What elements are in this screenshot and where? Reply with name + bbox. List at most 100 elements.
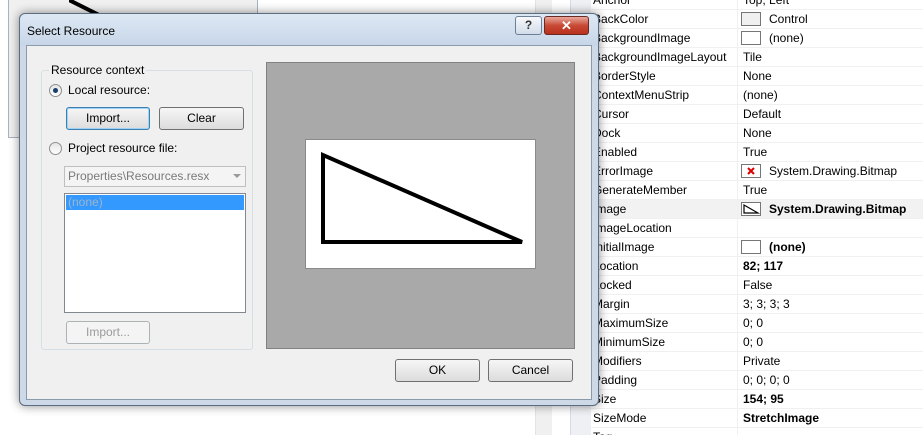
ok-button[interactable]: OK	[395, 359, 480, 382]
property-divider	[737, 86, 738, 105]
property-value[interactable]: True	[743, 183, 767, 197]
property-value[interactable]: 3; 3; 3; 3	[743, 297, 790, 311]
property-name: Anchor	[593, 0, 632, 7]
property-name: MaximumSize	[593, 316, 669, 330]
cancel-button[interactable]: Cancel	[488, 359, 573, 382]
list-item[interactable]: (none)	[66, 195, 244, 210]
property-value[interactable]: Private	[743, 354, 780, 368]
property-value[interactable]: 0; 0	[743, 316, 763, 330]
property-row[interactable]: Margin 3; 3; 3; 3	[571, 295, 923, 314]
resx-file-value: Properties\Resources.resx	[68, 169, 210, 183]
property-row[interactable]: ErrorImage System.Drawing.Bitmap	[571, 162, 923, 181]
property-value[interactable]: Top, Left	[743, 0, 789, 7]
project-resource-label[interactable]: Project resource file:	[68, 141, 177, 155]
triangle-image	[321, 151, 523, 244]
property-name: Locked	[593, 278, 632, 292]
property-value[interactable]: 0; 0	[743, 335, 763, 349]
property-row[interactable]: Modifiers Private	[571, 352, 923, 371]
property-row[interactable]: SizeMode StretchImage	[571, 409, 923, 428]
property-divider	[737, 257, 738, 276]
property-name: Size	[593, 392, 617, 406]
property-value[interactable]: (none)	[769, 31, 804, 45]
property-value[interactable]: System.Drawing.Bitmap	[769, 164, 897, 178]
property-value[interactable]: Default	[743, 107, 781, 121]
property-row[interactable]: Padding 0; 0; 0; 0	[571, 371, 923, 390]
property-divider	[737, 143, 738, 162]
property-row[interactable]: InitialImage (none)	[571, 238, 923, 257]
help-button[interactable]: ?	[515, 16, 542, 35]
property-divider	[737, 29, 738, 48]
property-divider	[737, 409, 738, 428]
project-resource-list[interactable]: (none)	[64, 193, 246, 313]
property-row[interactable]: MaximumSize 0; 0	[571, 314, 923, 333]
property-name: Dock	[593, 126, 621, 140]
select-resource-dialog: Select Resource ? ✕ Resource context Loc…	[19, 13, 599, 406]
property-divider	[737, 124, 738, 143]
property-divider	[737, 295, 738, 314]
color-swatch	[741, 240, 761, 254]
property-divider	[737, 371, 738, 390]
property-row[interactable]: Image System.Drawing.Bitmap	[571, 200, 923, 219]
color-swatch	[741, 12, 761, 26]
property-value[interactable]: (none)	[769, 240, 806, 254]
import-local-button[interactable]: Import...	[66, 107, 150, 130]
property-row[interactable]: ImageLocation	[571, 219, 923, 238]
property-value[interactable]: Control	[769, 12, 808, 26]
property-row[interactable]: ContextMenuStrip (none)	[571, 86, 923, 105]
resource-context-group: Resource context Local resource: Import.…	[41, 63, 253, 350]
property-divider	[737, 219, 738, 238]
property-name: GenerateMember	[593, 183, 688, 197]
property-value[interactable]: False	[743, 278, 772, 292]
property-name: ImageLocation	[593, 221, 672, 235]
property-name: BorderStyle	[593, 69, 656, 83]
property-name: Margin	[593, 297, 630, 311]
property-value[interactable]: None	[743, 126, 772, 140]
project-resource-radio[interactable]	[49, 142, 62, 155]
property-row[interactable]: Location 82; 117	[571, 257, 923, 276]
property-row[interactable]: BackgroundImageLayout Tile	[571, 48, 923, 67]
chevron-down-icon	[233, 174, 241, 178]
import-project-button[interactable]: Import...	[66, 321, 150, 344]
image-preview-panel	[266, 62, 575, 349]
property-row[interactable]: Locked False	[571, 276, 923, 295]
close-button[interactable]: ✕	[544, 16, 589, 35]
property-value[interactable]: 82; 117	[743, 259, 783, 273]
property-value[interactable]: System.Drawing.Bitmap	[769, 202, 906, 216]
property-row[interactable]: MinimumSize 0; 0	[571, 333, 923, 352]
property-value[interactable]: StretchImage	[743, 411, 819, 425]
property-name: MinimumSize	[593, 335, 666, 349]
property-value[interactable]: Tile	[743, 50, 762, 64]
property-row[interactable]: Tag	[571, 428, 923, 435]
local-resource-radio[interactable]	[49, 84, 62, 97]
property-value[interactable]: 0; 0; 0; 0	[743, 373, 790, 387]
property-row[interactable]: BackgroundImage (none)	[571, 29, 923, 48]
property-name: InitialImage	[593, 240, 655, 254]
property-row[interactable]: BorderStyle None	[571, 67, 923, 86]
property-name: Image	[593, 202, 627, 216]
property-row[interactable]: Size 154; 95	[571, 390, 923, 409]
property-row[interactable]: Dock None	[571, 124, 923, 143]
property-row[interactable]: GenerateMember True	[571, 181, 923, 200]
property-row[interactable]: Anchor Top, Left	[571, 0, 923, 10]
property-divider	[737, 0, 738, 10]
dialog-titlebar[interactable]: Select Resource ? ✕	[20, 14, 598, 46]
resx-file-select[interactable]: Properties\Resources.resx	[64, 166, 246, 187]
property-row[interactable]: BackColor Control	[571, 10, 923, 29]
property-divider	[737, 105, 738, 124]
property-divider	[737, 67, 738, 86]
property-name: Enabled	[593, 145, 638, 159]
property-divider	[737, 352, 738, 371]
error-image-icon	[741, 164, 761, 178]
property-value[interactable]: (none)	[743, 88, 778, 102]
property-name: ContextMenuStrip	[593, 88, 690, 102]
properties-grid[interactable]: Anchor Top, Left BackColor Control Backgroun…	[570, 0, 923, 435]
property-row[interactable]: Cursor Default	[571, 105, 923, 124]
property-divider	[737, 200, 738, 219]
property-value[interactable]: True	[743, 145, 767, 159]
property-row[interactable]: Enabled True	[571, 143, 923, 162]
property-value[interactable]: None	[743, 69, 772, 83]
local-resource-label[interactable]: Local resource:	[68, 83, 150, 97]
clear-button[interactable]: Clear	[159, 107, 244, 130]
property-value[interactable]: 154; 95	[743, 392, 784, 406]
property-name: BackColor	[593, 12, 649, 26]
